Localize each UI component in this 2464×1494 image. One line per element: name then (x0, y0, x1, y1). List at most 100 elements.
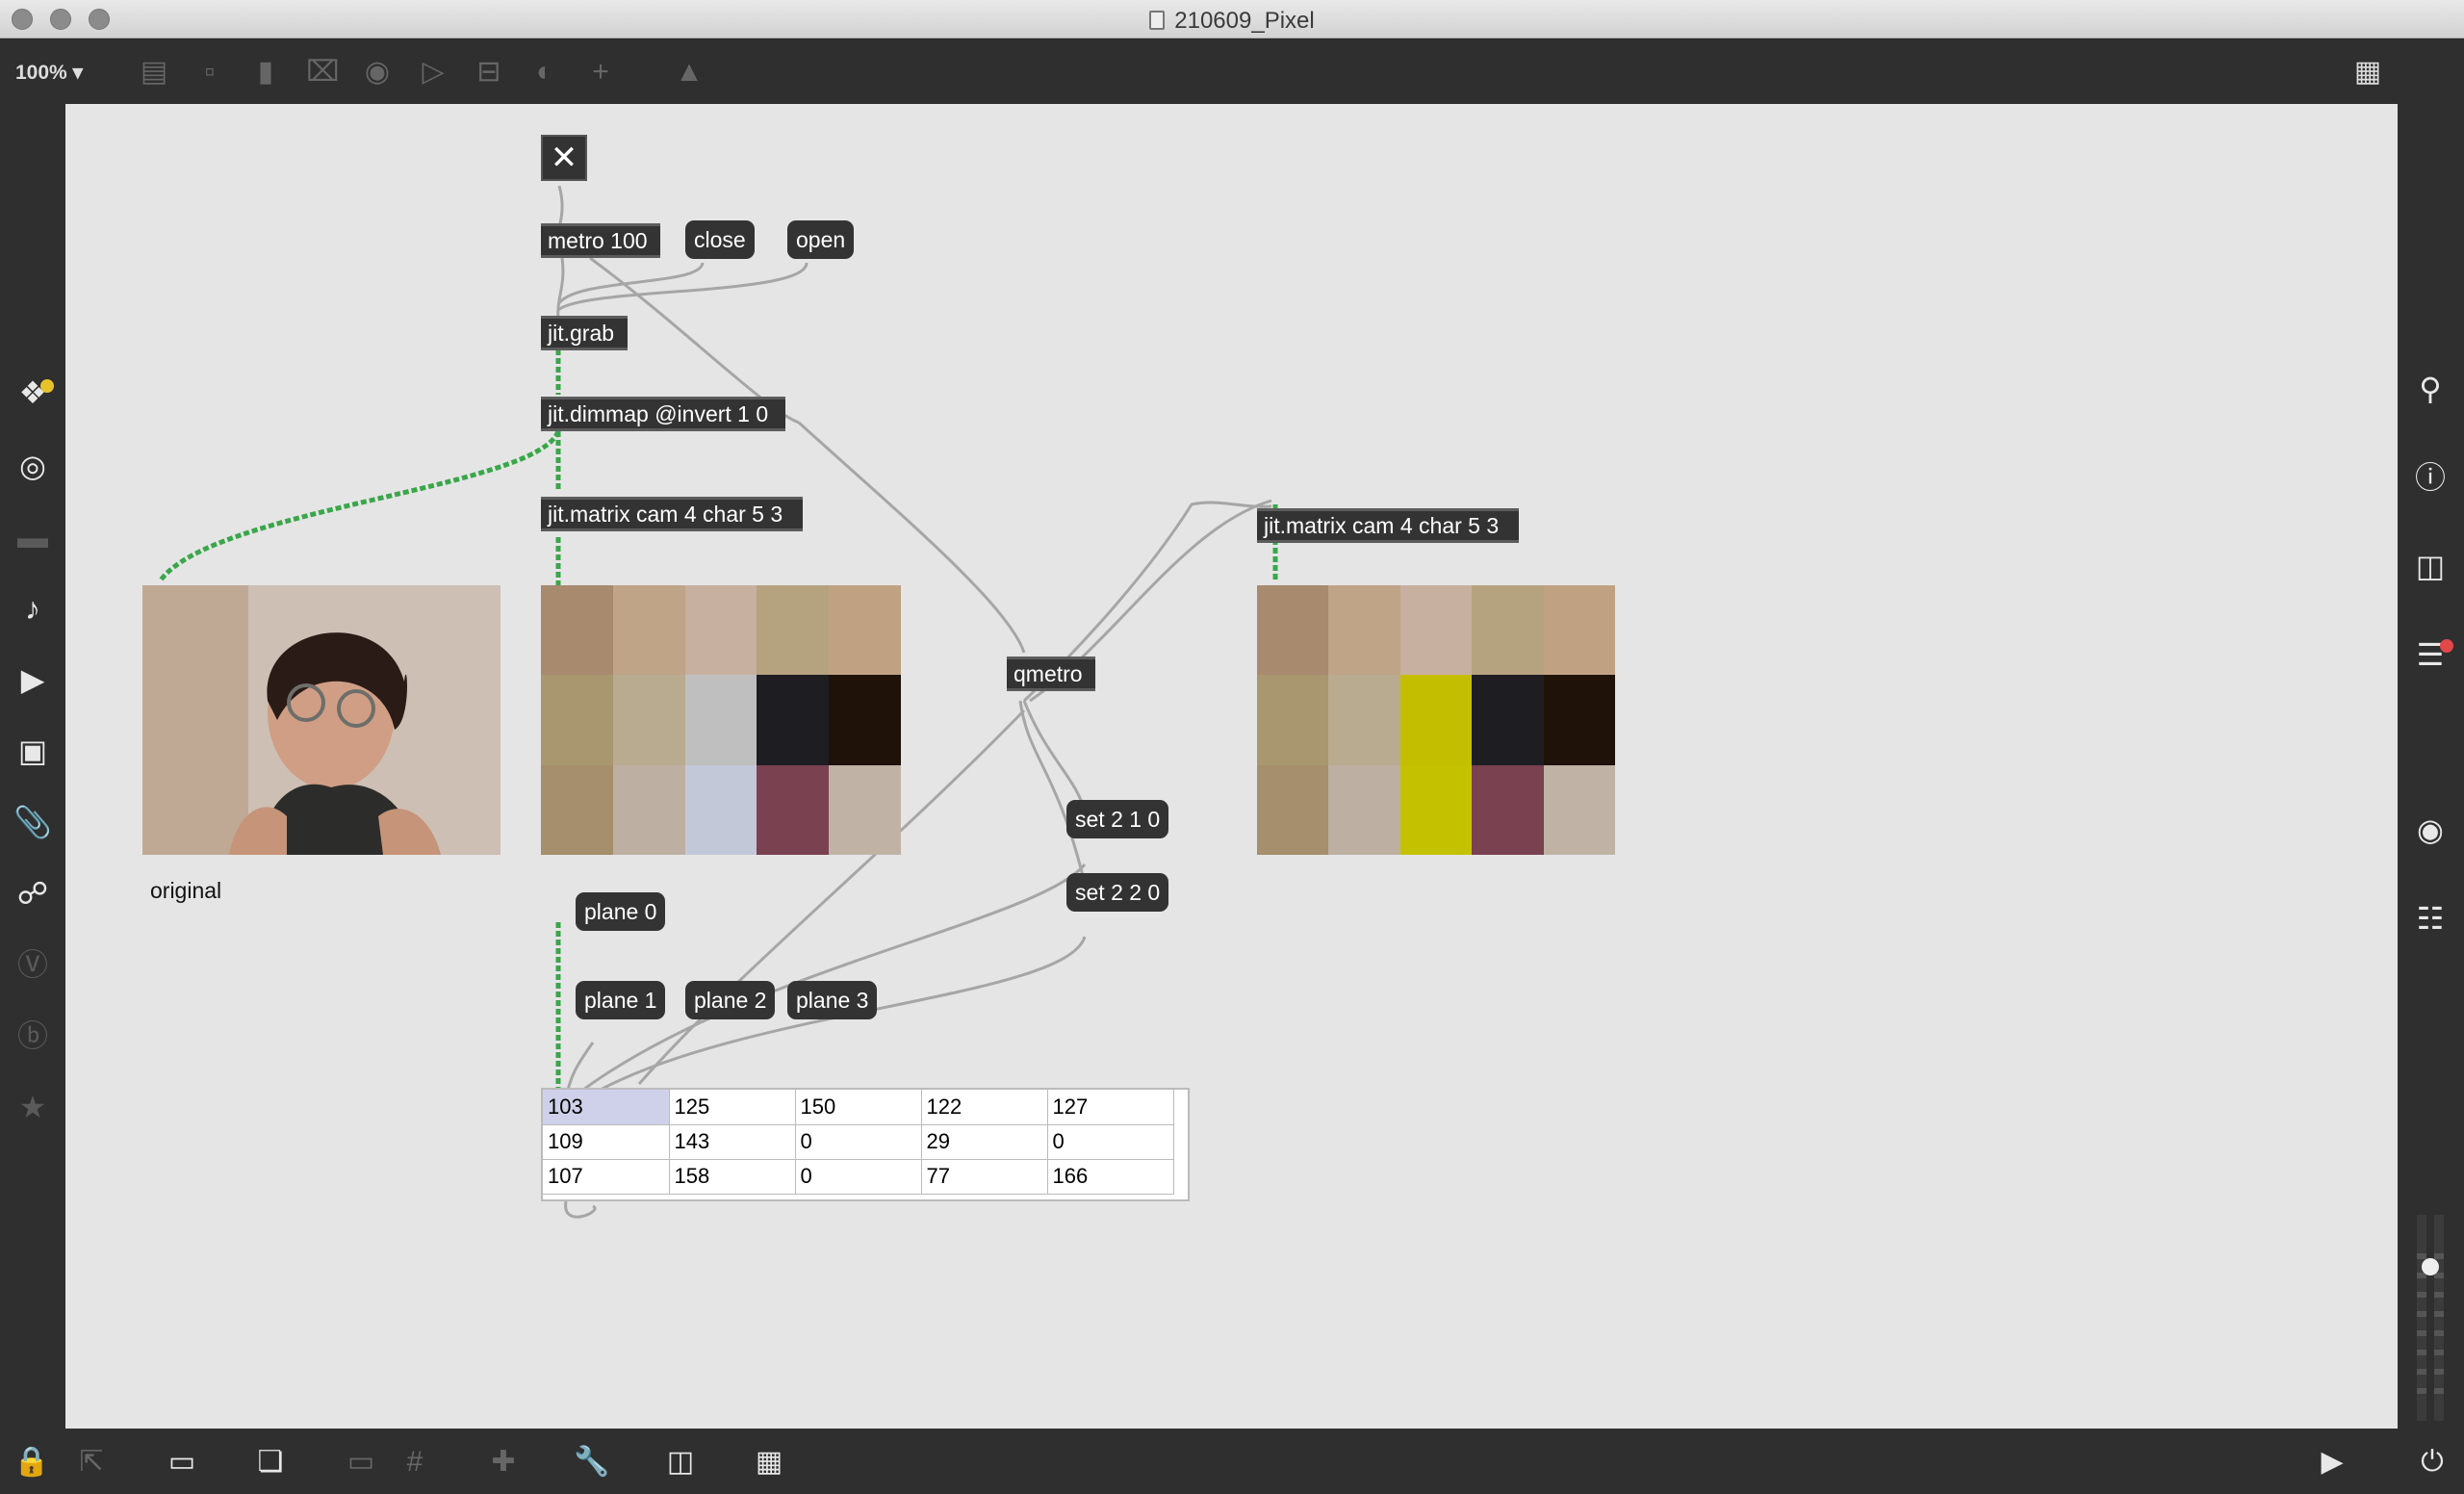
search-icon[interactable]: ⚲ (2411, 370, 2450, 408)
pixel-cell (1472, 585, 1544, 676)
cell[interactable]: 109 (543, 1124, 670, 1160)
pixel-cell (1543, 675, 1615, 765)
cell[interactable]: 125 (669, 1090, 796, 1125)
presentation-mode-icon[interactable]: ▭ (164, 1444, 200, 1481)
book-icon[interactable]: ◫ (2411, 547, 2450, 585)
dial-icon[interactable]: ◐ (529, 57, 560, 88)
pixel-cell (1399, 764, 1473, 855)
cell[interactable]: 0 (795, 1124, 922, 1160)
pixel-cell (684, 764, 757, 855)
add-icon[interactable]: + (585, 57, 616, 88)
paperclip-icon[interactable]: 📎 (13, 803, 52, 841)
set-2-2-0-message[interactable]: set 2 2 0 (1066, 873, 1169, 912)
v-icon[interactable]: Ⓥ (13, 945, 52, 984)
cell[interactable]: 107 (543, 1159, 670, 1195)
jit-grab-object[interactable]: jit.grab (541, 316, 628, 350)
object-box-icon[interactable]: ▤ (139, 57, 169, 88)
image-icon[interactable]: ▣ (13, 732, 52, 770)
cell[interactable]: 77 (921, 1159, 1048, 1195)
comment-icon[interactable]: ▮ (250, 57, 281, 88)
cellblock-table: 103 125 150 122 127 109 143 0 29 0 107 1… (543, 1090, 1174, 1195)
pixel-cell (684, 585, 757, 676)
plane-3-message[interactable]: plane 3 (787, 981, 878, 1019)
plug-icon[interactable]: ☍ (13, 874, 52, 913)
plane-2-message[interactable]: plane 2 (685, 981, 776, 1019)
cell[interactable]: 166 (1047, 1159, 1174, 1195)
grid-presentation-icon[interactable]: ▦ (2352, 57, 2383, 88)
piano-keys-icon[interactable]: ◫ (662, 1444, 699, 1481)
alert-dot (2440, 639, 2453, 653)
toggle-icon[interactable]: ⌧ (306, 57, 340, 88)
table-row: 103 125 150 122 127 (543, 1090, 1174, 1125)
camera-image (142, 585, 500, 855)
cell[interactable]: 127 (1047, 1090, 1174, 1125)
set-2-1-0-message[interactable]: set 2 1 0 (1066, 800, 1169, 838)
pixel-cell (1472, 764, 1544, 855)
window-title: 210609_Pixel (0, 8, 2464, 35)
message-box-icon[interactable]: ▫ (194, 57, 225, 88)
pixel-cell (541, 764, 613, 855)
cell[interactable]: 0 (1047, 1124, 1174, 1160)
wrench-icon[interactable]: 🔧 (574, 1444, 610, 1481)
add-attachment-icon[interactable]: ✚ (485, 1444, 522, 1481)
cell[interactable]: 158 (669, 1159, 796, 1195)
cell[interactable]: 143 (669, 1124, 796, 1160)
lock-icon[interactable]: 🔒 (13, 1444, 50, 1481)
audio-play-icon[interactable]: ▶ (2314, 1444, 2350, 1481)
table-row: 107 158 0 77 166 (543, 1159, 1174, 1195)
info-icon[interactable]: ⓘ (2411, 458, 2450, 497)
plane-0-message[interactable]: plane 0 (576, 892, 666, 931)
video-icon[interactable]: ▶ (13, 660, 52, 699)
output-level-fader[interactable] (2413, 1215, 2448, 1421)
title-bar: 210609_Pixel (0, 0, 2464, 39)
original-comment: original (150, 878, 222, 903)
bottom-toolbar: 🔒 ⇱ ▭ ❏ ▭ # ✚ 🔧 ◫ ▦ ▶ ⏻ (0, 1429, 2464, 1494)
jit-matrix-right-object[interactable]: jit.matrix cam 4 char 5 3 (1257, 508, 1519, 543)
cell[interactable]: 29 (921, 1124, 1048, 1160)
pixel-cell (541, 585, 613, 676)
pixel-cell (1543, 585, 1615, 676)
power-icon[interactable]: ⏻ (2414, 1444, 2451, 1481)
pixel-cell (612, 764, 685, 855)
cellblock[interactable]: 103 125 150 122 127 109 143 0 29 0 107 1… (541, 1088, 1190, 1201)
mixer-icon[interactable]: ☷ (2411, 899, 2450, 938)
metro-object[interactable]: metro 100 (541, 223, 660, 258)
number-icon[interactable]: ▷ (418, 57, 449, 88)
music-note-icon[interactable]: ♪ (13, 589, 52, 628)
b-icon[interactable]: ⓑ (13, 1017, 52, 1055)
cell[interactable]: 122 (921, 1090, 1048, 1125)
button-icon[interactable]: ◉ (362, 57, 393, 88)
plane-1-message[interactable]: plane 1 (576, 981, 666, 1019)
slider-icon[interactable]: ⊟ (474, 57, 504, 88)
pixel-cell (829, 585, 901, 676)
keyboard-icon[interactable]: ▬ (13, 518, 52, 556)
mute-icon[interactable]: ▭ (343, 1444, 379, 1481)
pixel-cell (541, 675, 613, 765)
pixel-cell (1257, 675, 1329, 765)
open-message[interactable]: open (787, 220, 855, 259)
qmetro-object[interactable]: qmetro (1007, 657, 1095, 691)
windows-icon[interactable]: ❏ (252, 1444, 289, 1481)
star-icon[interactable]: ★ (13, 1088, 52, 1126)
jit-dimmap-object[interactable]: jit.dimmap @invert 1 0 (541, 397, 785, 431)
close-message[interactable]: close (685, 220, 755, 259)
keyboard-grid-icon[interactable]: ▦ (751, 1444, 787, 1481)
cell[interactable]: 150 (795, 1090, 922, 1125)
zoom-menu[interactable]: 100% ▾ (15, 61, 83, 85)
presentation-select-icon[interactable]: ⇱ (73, 1444, 110, 1481)
cell[interactable]: 0 (795, 1159, 922, 1195)
pixel-cell (757, 675, 830, 765)
jit-matrix-left-object[interactable]: jit.matrix cam 4 char 5 3 (541, 497, 803, 531)
pixel-cell (1328, 675, 1400, 765)
target-icon[interactable]: ◎ (13, 447, 52, 485)
patcher-canvas[interactable]: ✕ metro 100 close open jit.grab jit.dimm… (65, 104, 2398, 1429)
pixel-cell (1328, 585, 1400, 676)
toggle-button[interactable]: ✕ (541, 135, 587, 181)
left-sidebar: ❖ ◎ ▬ ♪ ▶ ▣ 📎 ☍ Ⓥ ⓑ ★ (0, 104, 65, 1429)
window-title-text: 210609_Pixel (1174, 8, 1315, 34)
camera-icon[interactable]: ◉ (2411, 811, 2450, 849)
cell[interactable]: 103 (543, 1090, 670, 1125)
grid-icon[interactable]: # (397, 1444, 433, 1481)
document-icon (1149, 11, 1166, 30)
paint-bucket-icon[interactable]: ▲ (674, 57, 705, 88)
